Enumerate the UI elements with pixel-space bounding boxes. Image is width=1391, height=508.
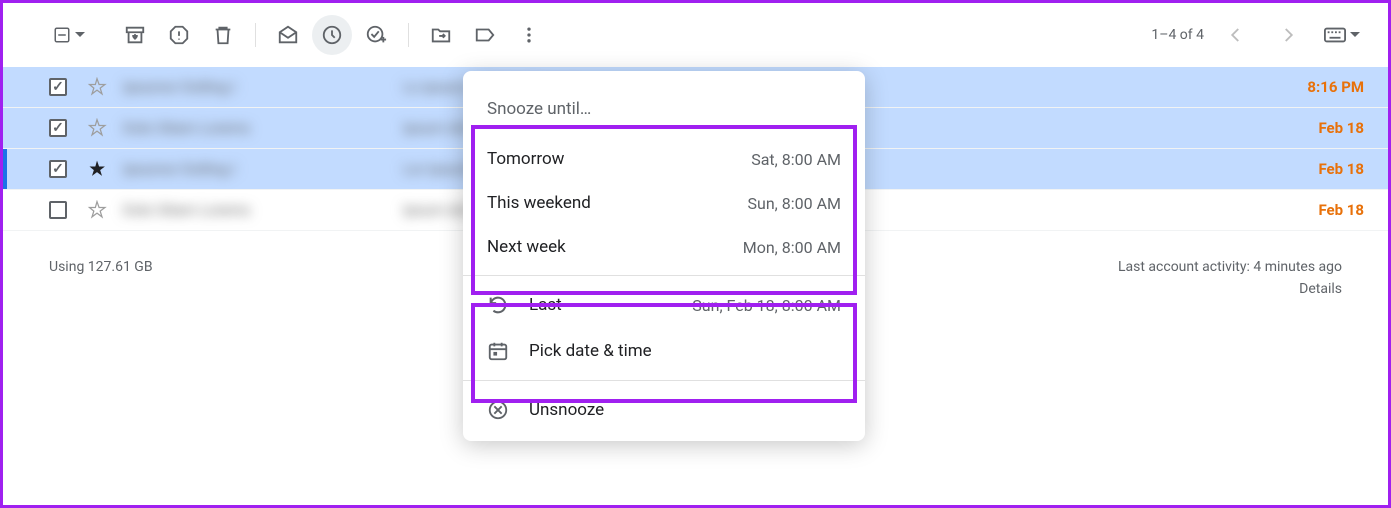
chevron-left-icon <box>1227 26 1245 44</box>
snooze-popup: Snooze until… Tomorrow Sat, 8:00 AM This… <box>463 71 865 441</box>
toolbar: 1–4 of 4 <box>3 3 1388 67</box>
email-time: Feb 18 <box>1289 160 1364 178</box>
storage-text: Using 127.61 GB <box>49 259 153 297</box>
activity-text: Last account activity: 4 minutes ago <box>1118 259 1342 275</box>
mark-unread-button[interactable] <box>268 15 308 55</box>
snooze-option-weekend[interactable]: This weekend Sun, 8:00 AM <box>463 181 865 225</box>
refresh-icon <box>487 294 509 316</box>
folder-move-icon <box>430 24 452 46</box>
snooze-last-time: Sun, Feb 18, 8:00 AM <box>692 296 841 315</box>
row-checkbox[interactable] <box>49 78 67 96</box>
star-icon[interactable] <box>87 118 107 138</box>
move-to-button[interactable] <box>421 15 461 55</box>
sender: Ipsumor Dolling I <box>123 78 403 96</box>
mail-open-icon <box>277 24 299 46</box>
snooze-option-nextweek[interactable]: Next week Mon, 8:00 AM <box>463 225 865 269</box>
pagination-text: 1–4 of 4 <box>1151 27 1204 43</box>
snooze-button[interactable] <box>312 15 352 55</box>
snooze-option-tomorrow[interactable]: Tomorrow Sat, 8:00 AM <box>463 137 865 181</box>
chevron-right-icon <box>1279 26 1297 44</box>
labels-button[interactable] <box>465 15 505 55</box>
label-icon <box>474 24 496 46</box>
spam-icon <box>168 24 190 46</box>
input-tools-button[interactable] <box>1320 23 1364 47</box>
snooze-last-label: Last <box>529 295 562 315</box>
snooze-pick-date[interactable]: Pick date & time <box>463 328 865 374</box>
snooze-unsnooze-label: Unsnooze <box>529 400 604 420</box>
snooze-option-label: This weekend <box>487 193 591 213</box>
row-checkbox[interactable] <box>49 160 67 178</box>
clock-icon <box>321 24 343 46</box>
snooze-option-time: Sat, 8:00 AM <box>751 150 841 169</box>
add-task-button[interactable] <box>356 15 396 55</box>
caret-down-icon <box>1350 30 1360 40</box>
sender: Ipsumor Dolling I <box>123 160 403 178</box>
snooze-pick-label: Pick date & time <box>529 341 652 361</box>
sender: Dolo Sitam Lorems <box>123 201 403 219</box>
cancel-icon <box>487 399 509 421</box>
sender: Dolo Sitam Lorems <box>123 119 403 137</box>
prev-page-button[interactable] <box>1216 15 1256 55</box>
snooze-last[interactable]: Last Sun, Feb 18, 8:00 AM <box>463 282 865 328</box>
trash-icon <box>212 24 234 46</box>
snooze-title: Snooze until… <box>463 83 865 137</box>
snooze-unsnooze[interactable]: Unsnooze <box>463 387 865 433</box>
add-task-icon <box>365 24 387 46</box>
more-button[interactable] <box>509 15 549 55</box>
select-all-dropdown[interactable] <box>49 22 89 48</box>
star-icon[interactable] <box>87 200 107 220</box>
more-vert-icon <box>519 25 539 45</box>
email-time: Feb 18 <box>1289 201 1364 219</box>
archive-icon <box>124 24 146 46</box>
star-icon[interactable] <box>87 159 107 179</box>
snooze-option-label: Next week <box>487 237 566 257</box>
caret-down-icon <box>75 30 85 40</box>
next-page-button[interactable] <box>1268 15 1308 55</box>
keyboard-icon <box>1324 27 1346 43</box>
archive-button[interactable] <box>115 15 155 55</box>
delete-button[interactable] <box>203 15 243 55</box>
email-time: 8:16 PM <box>1289 78 1364 96</box>
snooze-option-time: Sun, 8:00 AM <box>748 194 842 213</box>
details-link[interactable]: Details <box>1118 281 1342 297</box>
row-checkbox[interactable] <box>49 119 67 137</box>
star-icon[interactable] <box>87 77 107 97</box>
snooze-option-time: Mon, 8:00 AM <box>743 238 841 257</box>
calendar-icon <box>487 340 509 362</box>
email-time: Feb 18 <box>1289 119 1364 137</box>
row-checkbox[interactable] <box>49 201 67 219</box>
snooze-option-label: Tomorrow <box>487 149 564 169</box>
report-spam-button[interactable] <box>159 15 199 55</box>
